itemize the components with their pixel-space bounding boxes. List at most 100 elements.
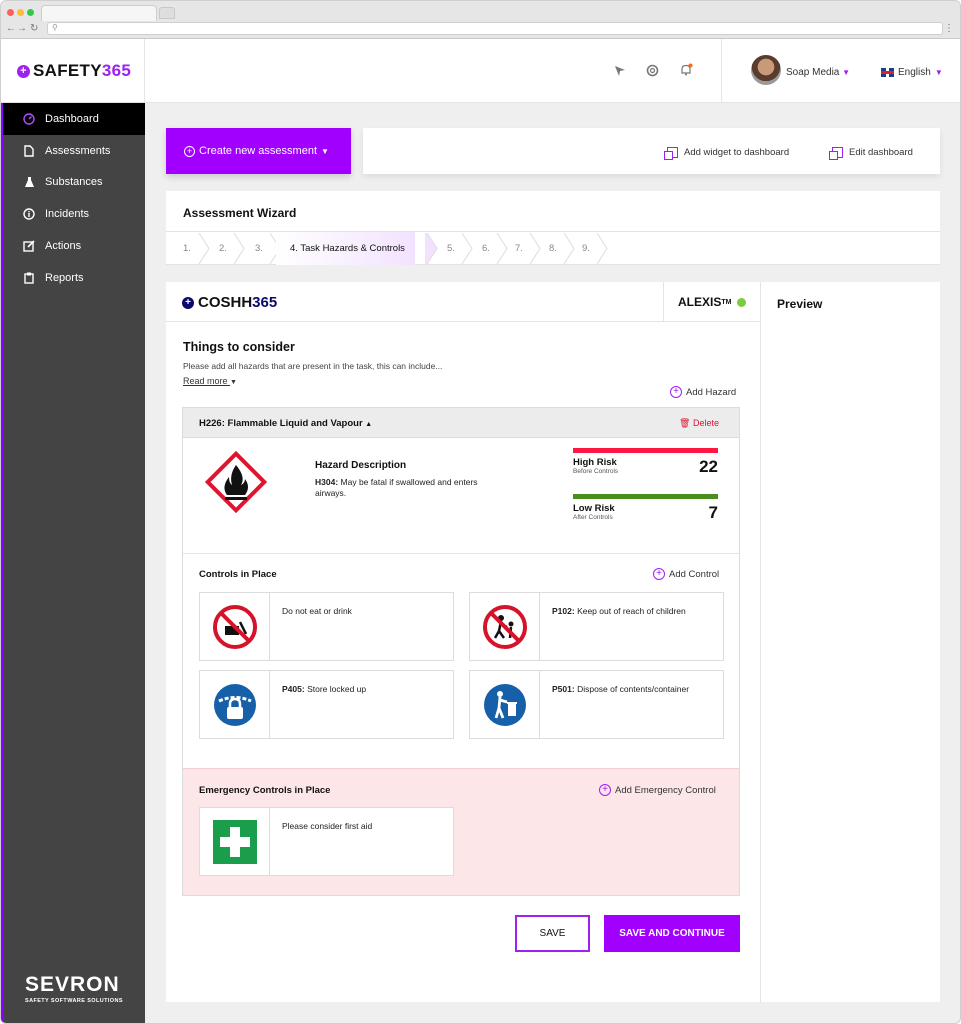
maximize-dot[interactable] (27, 9, 34, 16)
sidebar-item-reports[interactable]: Reports (3, 262, 145, 294)
wizard-title: Assessment Wizard (183, 206, 297, 220)
wizard-step-4[interactable]: 4. Task Hazards & Controls (276, 232, 415, 265)
add-emergency-control-button[interactable]: + Add Emergency Control (599, 784, 716, 796)
browser-menu-icon[interactable]: ⋮ (944, 23, 954, 34)
widget-bar: Add widget to dashboard Edit dashboard (363, 128, 940, 174)
high-risk-value: 22 (699, 457, 718, 476)
create-assessment-button[interactable]: + Create new assessment ▼ (166, 128, 351, 174)
safety365-logo[interactable]: + SAFETY 365 (17, 61, 131, 81)
avatar[interactable] (751, 55, 781, 85)
browser-tab[interactable] (41, 5, 157, 21)
chevron-right-icon (563, 233, 575, 264)
control-card[interactable]: Do not eat or drink (199, 592, 454, 661)
sevron-logo: SEVRON SAFETY SOFTWARE SOLUTIONS (25, 973, 123, 1004)
wizard-step-6[interactable]: 6. (482, 232, 490, 265)
read-more-link[interactable]: Read more ▼ (183, 376, 237, 386)
control-code: P405: (282, 684, 305, 694)
control-text: Do not eat or drink (282, 606, 352, 616)
pointer-icon[interactable] (613, 64, 626, 77)
no-children-icon (470, 593, 540, 660)
padlock-icon (200, 671, 270, 738)
step-label: 8. (549, 243, 557, 254)
sidebar-item-assessments[interactable]: Assessments (3, 135, 145, 167)
logo-area: + SAFETY 365 (1, 39, 145, 103)
reload-icon[interactable]: ↻ (30, 23, 38, 35)
browser-chrome: ← → ↻ ⚲ ⋮ (1, 1, 960, 39)
language-selector[interactable]: English ▼ (881, 67, 943, 78)
hazard-body: Hazard Description H304: May be fatal if… (183, 439, 739, 554)
new-tab[interactable] (159, 7, 175, 19)
control-card[interactable]: P102: Keep out of reach of children (469, 592, 724, 661)
top-bar: + SAFETY 365 Soap Media ▼ English ▼ (1, 39, 960, 103)
sidebar-item-label: Actions (45, 240, 82, 252)
wizard-step-2[interactable]: 2. (219, 232, 227, 265)
control-text: P102: Keep out of reach of children (552, 606, 686, 616)
hazard-header[interactable]: H226: Flammable Liquid and Vapour ▲ 🗑 De… (183, 408, 739, 438)
step-label: 3. (255, 243, 263, 254)
add-hazard-label: Add Hazard (686, 386, 737, 398)
logo-number: 365 (101, 61, 132, 80)
assessment-wizard: Assessment Wizard 1. 2. 3. 4. Task Hazar… (166, 191, 940, 265)
control-label: Dispose of contents/container (577, 684, 690, 694)
bell-icon[interactable] (679, 63, 693, 77)
wizard-step-5[interactable]: 5. (447, 232, 455, 265)
sidebar-item-substances[interactable]: Substances (3, 166, 145, 198)
control-card[interactable]: P501: Dispose of contents/container (469, 670, 724, 739)
control-label: Keep out of reach of children (577, 606, 686, 616)
add-widget-label: Add widget to dashboard (684, 147, 790, 158)
sidebar-item-incidents[interactable]: Incidents (3, 198, 145, 230)
add-widget-link[interactable]: Add widget to dashboard (664, 147, 790, 160)
emergency-control-card[interactable]: Please consider first aid (199, 807, 454, 876)
emergency-control-text: Please consider first aid (282, 821, 372, 831)
close-dot[interactable] (7, 9, 14, 16)
control-card[interactable]: P405: Store locked up (199, 670, 454, 739)
first-aid-icon (200, 808, 270, 875)
preview-title: Preview (777, 297, 823, 311)
save-button[interactable]: SAVE (515, 915, 590, 952)
control-code: P501: (552, 684, 575, 694)
save-and-continue-button[interactable]: SAVE AND CONTINUE (604, 915, 740, 952)
main-panel: + COSHH 365 ALEXIS TM Things to consider P… (166, 282, 761, 1002)
language-label: English (898, 67, 931, 78)
edit-dashboard-icon (829, 147, 843, 160)
chevron-right-icon (596, 233, 608, 264)
sidebar-item-label: Reports (45, 272, 84, 284)
sidebar-item-dashboard[interactable]: Dashboard (3, 103, 145, 135)
high-risk-bar (573, 448, 718, 453)
hazard-description-title: Hazard Description (315, 460, 407, 471)
trash-icon: 🗑 (679, 418, 691, 428)
sidebar-item-label: Assessments (45, 145, 111, 157)
wizard-step-3[interactable]: 3. (255, 232, 263, 265)
wizard-step-9[interactable]: 9. (582, 232, 590, 265)
wizard-step-7[interactable]: 7. (515, 232, 523, 265)
wizard-step-1[interactable]: 1. (183, 232, 191, 265)
alexis-assistant[interactable]: ALEXIS TM (663, 282, 761, 322)
forward-icon[interactable]: → (17, 23, 27, 35)
add-control-button[interactable]: + Add Control (653, 568, 719, 580)
high-risk-score: High Risk Before Controls 22 (573, 448, 718, 476)
caret-up-icon: ▲ (365, 421, 373, 428)
hazard-description-text: H304: May be fatal if swallowed and ente… (315, 477, 485, 499)
online-status-dot (737, 297, 747, 307)
flammable-pictogram-icon (204, 450, 268, 514)
search-icon: ⚲ (52, 23, 58, 32)
help-lifebuoy-icon[interactable] (646, 64, 659, 77)
chevron-right-icon (425, 233, 438, 264)
minimize-dot[interactable] (17, 9, 24, 16)
control-label: Do not eat or drink (282, 606, 352, 616)
edit-dashboard-link[interactable]: Edit dashboard (829, 147, 913, 160)
sidebar-item-label: Dashboard (45, 113, 99, 125)
back-icon[interactable]: ← (6, 23, 16, 35)
step-label: 5. (447, 243, 455, 254)
address-bar[interactable]: ⚲ (47, 22, 943, 35)
low-risk-bar (573, 494, 718, 499)
user-menu[interactable]: Soap Media ▼ (786, 67, 850, 78)
high-risk-label: High Risk (573, 457, 617, 468)
add-emergency-control-label: Add Emergency Control (615, 784, 716, 796)
add-hazard-button[interactable]: + Add Hazard (670, 386, 736, 398)
wizard-step-8[interactable]: 8. (549, 232, 557, 265)
delete-hazard-button[interactable]: 🗑 Delete (679, 418, 719, 429)
coshh-logo-number: 365 (252, 294, 278, 311)
save-and-continue-label: SAVE AND CONTINUE (619, 928, 725, 939)
sidebar-item-actions[interactable]: Actions (3, 230, 145, 262)
